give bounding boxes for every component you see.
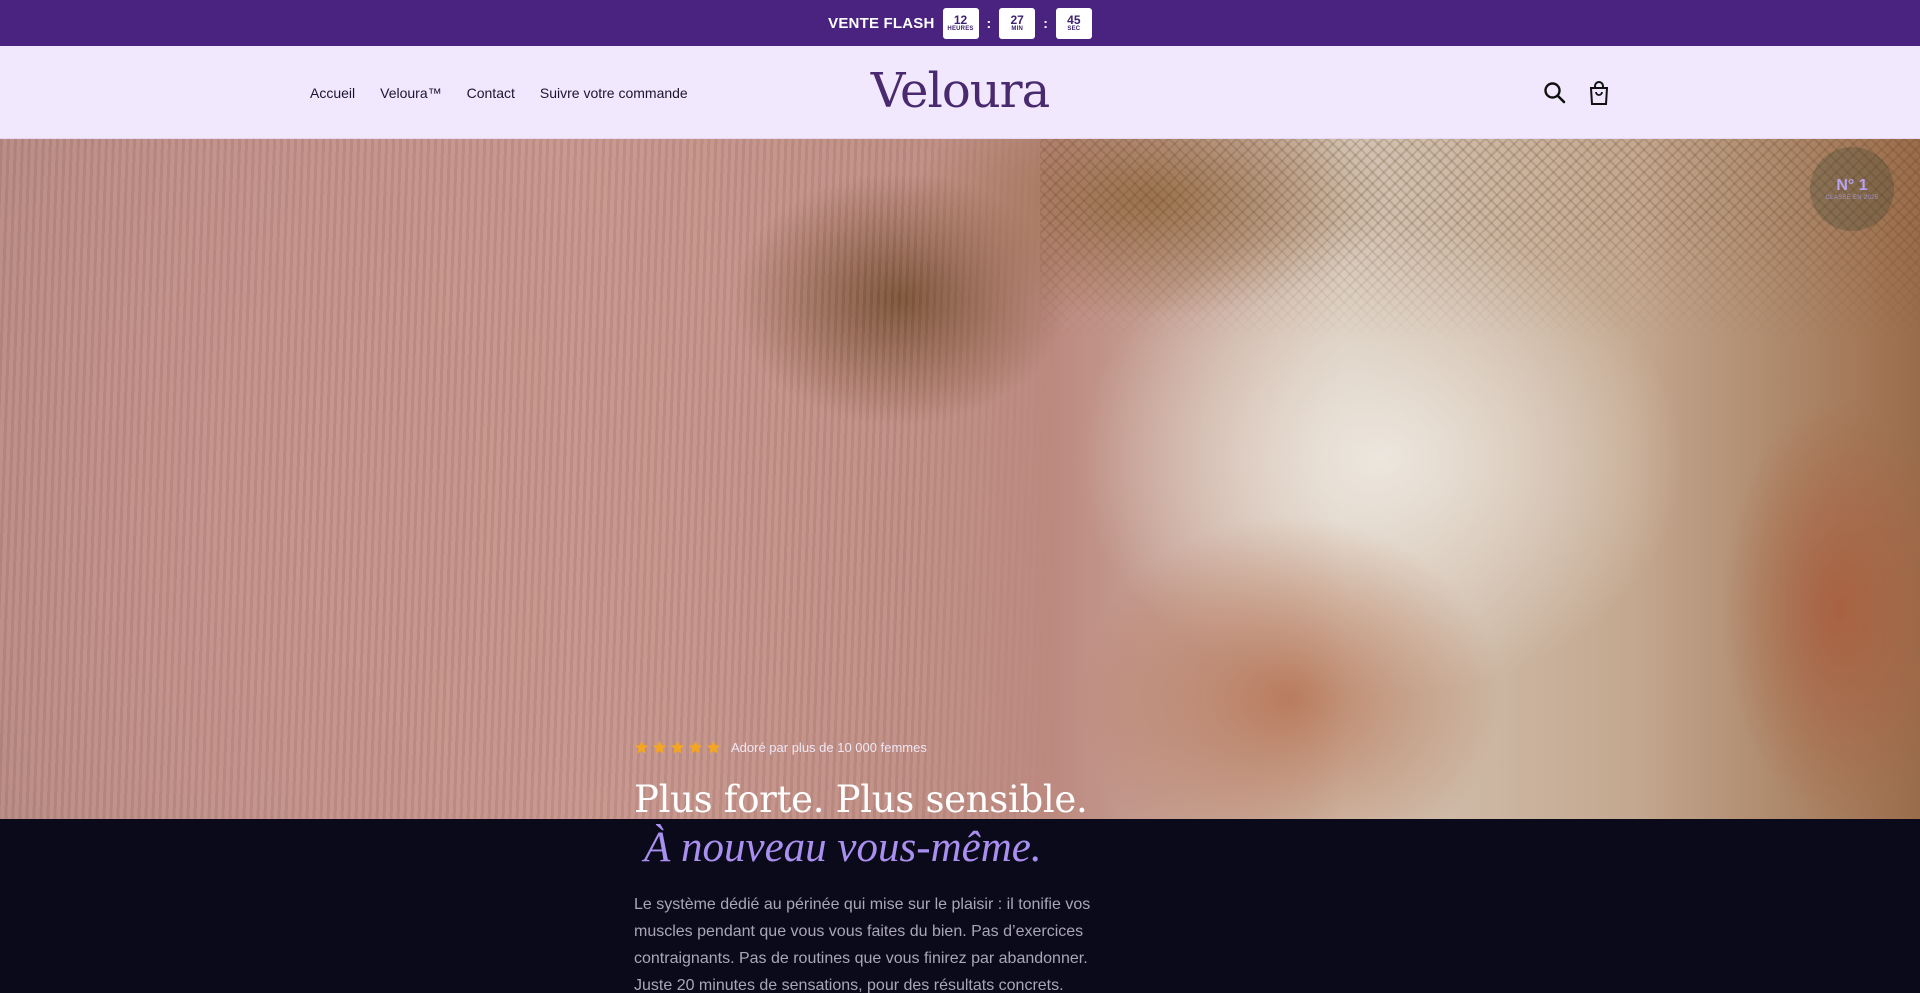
hero-description: Le système dédié au périnée qui mise sur…: [634, 896, 1091, 993]
main-nav: Accueil Veloura™ Contact Suivre votre co…: [310, 46, 688, 139]
countdown-minutes-value: 27: [1010, 12, 1024, 27]
countdown-hours: 12 HEURES: [942, 7, 979, 39]
countdown-separator: :: [1043, 15, 1048, 31]
countdown-seconds-value: 45: [1067, 12, 1081, 27]
hero-content: Adoré par plus de 10 000 femmes Plus for…: [634, 740, 1154, 993]
site-header: Accueil Veloura™ Contact Suivre votre co…: [0, 46, 1920, 139]
nav-item-track-order[interactable]: Suivre votre commande: [540, 85, 688, 101]
ranking-badge: N° 1 CLASSÉ EN 2025: [1810, 147, 1894, 231]
star-icon: [652, 740, 667, 754]
flash-sale-bar: VENTE FLASH 12 HEURES : 27 MIN : 45 SEC: [0, 0, 1920, 46]
hero-sweater-texture: [0, 139, 1060, 819]
hero-headline: Plus forte. Plus sensible.: [634, 778, 1088, 821]
countdown-minutes-unit: MIN: [1011, 25, 1023, 32]
shopping-bag-icon[interactable]: [1586, 80, 1612, 106]
star-icon: [670, 740, 685, 754]
countdown-seconds: 45 SEC: [1055, 7, 1092, 39]
hero-image: N° 1 CLASSÉ EN 2025: [0, 139, 1920, 819]
rating-text: Adoré par plus de 10 000 femmes: [731, 740, 927, 755]
brand-logo[interactable]: Veloura: [855, 56, 1065, 126]
hero-headline-accent: À nouveau vous-même.: [644, 824, 1042, 871]
countdown-hours-value: 12: [953, 12, 968, 27]
flash-sale-label: VENTE FLASH: [828, 14, 935, 32]
nav-item-contact[interactable]: Contact: [467, 85, 515, 101]
nav-item-veloura[interactable]: Veloura™: [380, 85, 441, 101]
star-icon: [706, 740, 721, 754]
ranking-badge-title: N° 1: [1836, 177, 1868, 194]
search-icon[interactable]: [1542, 80, 1568, 106]
countdown-seconds-unit: SEC: [1067, 25, 1081, 32]
nav-item-accueil[interactable]: Accueil: [310, 85, 355, 101]
star-icon: [688, 740, 703, 754]
countdown-separator: :: [986, 15, 992, 31]
countdown-minutes: 27 MIN: [999, 7, 1036, 39]
rating-row: Adoré par plus de 10 000 femmes: [634, 740, 1154, 755]
countdown-hours-unit: HEURES: [947, 25, 974, 32]
star-icon: [634, 740, 649, 754]
hero-headboard-texture: [1040, 139, 1920, 339]
rating-stars: [634, 740, 721, 755]
ranking-badge-subtitle: CLASSÉ EN 2025: [1825, 195, 1879, 201]
